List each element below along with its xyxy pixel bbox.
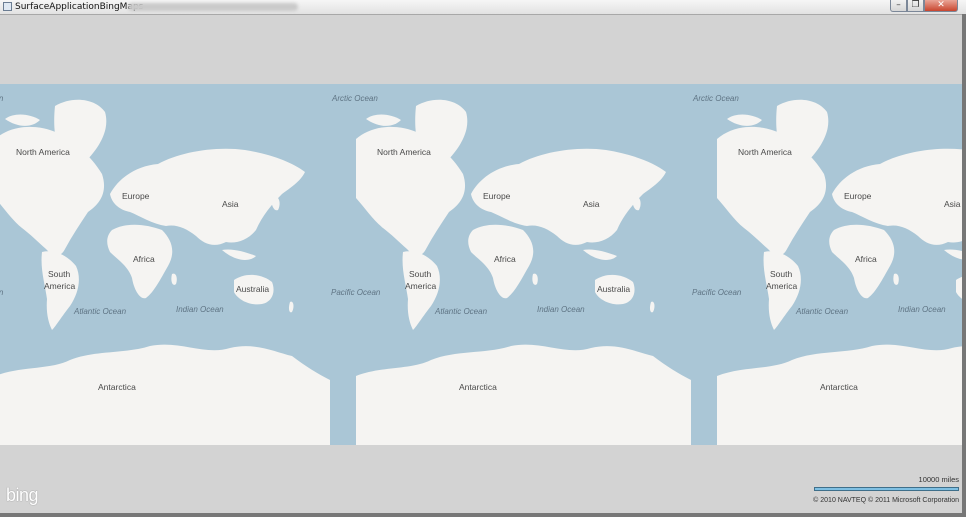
maximize-button[interactable]: ❐ [907,0,924,12]
window-frame-bottom [0,513,966,517]
label-atlantic-ocean: Atlantic Ocean [795,307,849,316]
label-australia: Australia [597,284,630,294]
app-icon [3,2,12,11]
scale-bar [814,487,959,491]
label-north-america: North America [16,147,70,157]
label-north-america: North America [377,147,431,157]
label-australia: Australia [236,284,269,294]
app-window: SurfaceApplicationBingMaps – ❐ ✕ North A… [0,0,966,517]
label-antarctica: Antarctica [820,382,858,392]
blurred-title-text [128,3,298,11]
label-pacific-ocean: Pacific Ocean [331,288,381,297]
label-atlantic-ocean: Atlantic Ocean [73,307,127,316]
label-antarctica: Antarctica [459,382,497,392]
title-bar[interactable]: SurfaceApplicationBingMaps – ❐ ✕ [0,0,966,15]
label-europe: Europe [844,191,872,201]
label-atlantic-ocean: Atlantic Ocean [434,307,488,316]
label-indian-ocean: Indian Ocean [537,305,585,314]
world-map[interactable]: North America Europe Asia Africa South A… [0,84,962,445]
label-africa: Africa [855,254,877,264]
label-south-america-1: South [409,269,431,279]
label-south-america-1: South [48,269,70,279]
close-icon: ✕ [937,0,945,10]
label-antarctica: Antarctica [98,382,136,392]
maximize-icon: ❐ [911,0,920,10]
label-south-america-1: South [770,269,792,279]
label-africa: Africa [494,254,516,264]
label-north-america: North America [738,147,792,157]
label-arctic-ocean-partial: cean [0,94,4,103]
close-button[interactable]: ✕ [924,0,958,12]
scale-label: 10000 miles [918,475,959,484]
label-europe: Europe [122,191,150,201]
bing-logo: bing [6,485,39,505]
label-europe: Europe [483,191,511,201]
label-asia: Asia [583,199,600,209]
label-pacific-ocean: Pacific Ocean [692,288,742,297]
label-indian-ocean: Indian Ocean [898,305,946,314]
label-arctic-ocean: Arctic Ocean [331,94,378,103]
map-view[interactable]: North America Europe Asia Africa South A… [0,84,962,445]
label-south-america-2: America [44,281,75,291]
window-frame-right [962,14,966,517]
minimize-button[interactable]: – [890,0,907,12]
copyright-text: © 2010 NAVTEQ © 2011 Microsoft Corporati… [813,497,959,504]
label-south-america-2: America [766,281,797,291]
label-arctic-ocean: Arctic Ocean [692,94,739,103]
label-pacific-ocean-partial: cean [0,288,4,297]
minimize-icon: – [896,0,901,10]
window-title: SurfaceApplicationBingMaps [15,2,144,12]
label-south-america-2: America [405,281,436,291]
label-asia: Asia [944,199,961,209]
label-asia: Asia [222,199,239,209]
label-africa: Africa [133,254,155,264]
label-indian-ocean: Indian Ocean [176,305,224,314]
